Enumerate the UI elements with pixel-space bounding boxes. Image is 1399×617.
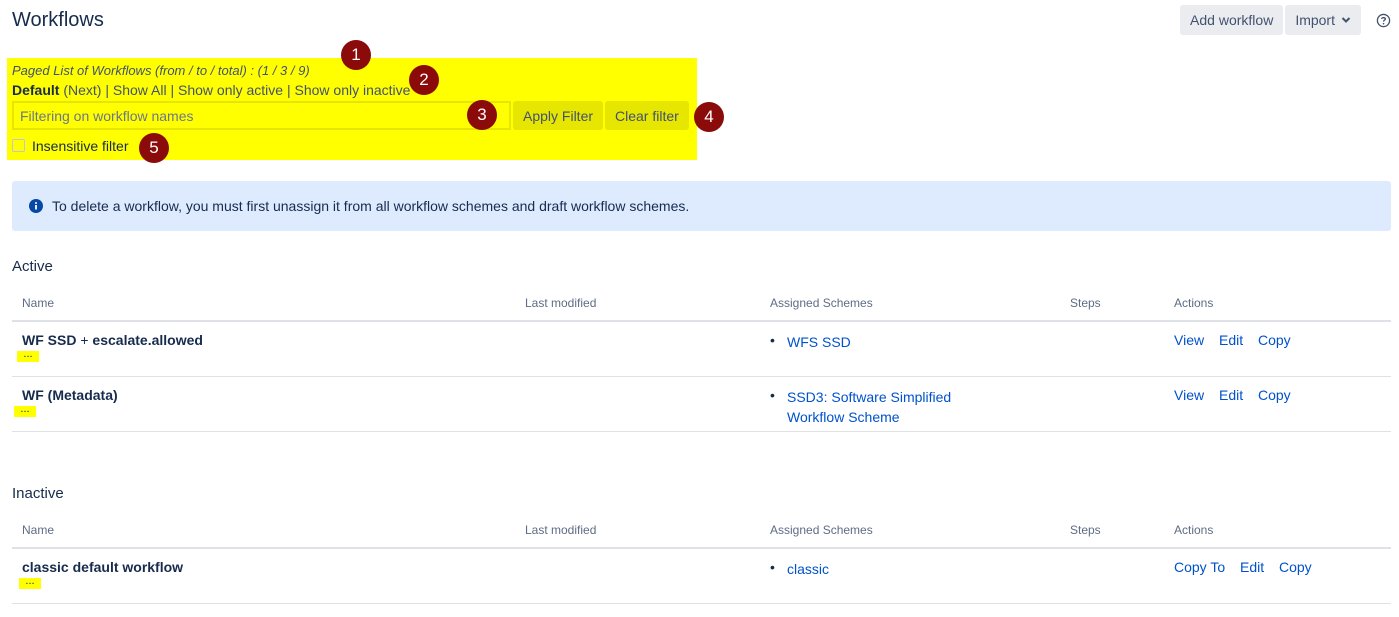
copy-link[interactable]: Copy [1258, 332, 1291, 348]
info-banner: To delete a workflow, you must first una… [12, 181, 1391, 231]
annotation-marker-3: 3 [467, 100, 497, 130]
clear-filter-button[interactable]: Clear filter [605, 101, 689, 130]
active-workflows-table: Name Last modified Assigned Schemes Step… [12, 288, 1391, 432]
annotation-marker-4: 4 [694, 102, 724, 132]
table-row: classic default workflow ... • classic C… [12, 549, 1391, 604]
separator: | [170, 82, 175, 98]
workflow-filter-input[interactable] [12, 101, 511, 130]
paged-list-info: Paged List of Workflows (from / to / tot… [12, 63, 310, 78]
active-section-title: Active [12, 258, 53, 275]
edit-link[interactable]: Edit [1219, 387, 1243, 403]
annotation-marker-2: 2 [409, 65, 439, 95]
copy-link[interactable]: Copy [1258, 387, 1291, 403]
scheme-link[interactable]: WFS SSD [787, 332, 977, 352]
info-text: To delete a workflow, you must first una… [52, 198, 690, 214]
column-steps: Steps [1070, 523, 1101, 537]
annotation-marker-1: 1 [341, 40, 371, 70]
show-all-link[interactable]: Show All [113, 82, 167, 98]
bullet: • [770, 387, 775, 403]
top-actions: Add workflow Import [1180, 5, 1361, 35]
show-only-active-link[interactable]: Show only active [178, 82, 283, 98]
workflow-name: classic default workflow [22, 559, 184, 575]
column-actions: Actions [1174, 296, 1214, 310]
column-last-modified: Last modified [525, 296, 597, 310]
import-button[interactable]: Import [1285, 5, 1361, 35]
copy-link[interactable]: Copy [1279, 559, 1312, 575]
default-view-label: Default [12, 82, 60, 98]
page-title: Workflows [12, 9, 104, 31]
description-ellipsis[interactable]: ... [19, 576, 41, 589]
view-link[interactable]: View [1174, 332, 1204, 348]
info-icon [29, 199, 43, 213]
next-link[interactable]: (Next) [63, 82, 101, 98]
copy-to-link[interactable]: Copy To [1174, 559, 1225, 575]
bullet: • [770, 332, 775, 348]
inactive-section-title: Inactive [12, 485, 64, 502]
column-steps: Steps [1070, 296, 1101, 310]
apply-filter-button[interactable]: Apply Filter [513, 101, 604, 130]
column-assigned-schemes: Assigned Schemes [770, 296, 873, 310]
inactive-workflows-table: Name Last modified Assigned Schemes Step… [12, 515, 1391, 604]
description-ellipsis[interactable]: ... [17, 349, 39, 362]
column-actions: Actions [1174, 523, 1214, 537]
column-name: Name [22, 523, 55, 537]
column-last-modified: Last modified [525, 523, 597, 537]
help-icon[interactable] [1376, 13, 1391, 28]
edit-link[interactable]: Edit [1219, 332, 1243, 348]
insensitive-filter-label: Insensitive filter [32, 138, 129, 154]
table-row: WF (Metadata) ... • SSD3: Software Simpl… [12, 377, 1391, 432]
workflow-name-part: WF SSD [22, 332, 77, 348]
add-workflow-button[interactable]: Add workflow [1180, 5, 1284, 35]
workflow-name-plus: + [76, 332, 93, 348]
insensitive-filter-checkbox[interactable] [12, 139, 25, 152]
workflow-name-part: escalate.allowed [92, 332, 203, 348]
table-header: Name Last modified Assigned Schemes Step… [12, 515, 1391, 549]
import-button-label: Import [1295, 12, 1335, 28]
bullet: • [770, 559, 775, 575]
description-ellipsis[interactable]: ... [14, 404, 36, 417]
annotation-marker-5: 5 [139, 133, 169, 163]
workflow-name: WF (Metadata) [22, 387, 118, 403]
separator: | [105, 82, 109, 98]
column-name: Name [22, 296, 55, 310]
scheme-link[interactable]: classic [787, 559, 977, 579]
table-header: Name Last modified Assigned Schemes Step… [12, 288, 1391, 322]
chevron-down-icon [1341, 17, 1351, 23]
view-links: Default (Next) | Show All | Show only ac… [12, 82, 410, 98]
edit-link[interactable]: Edit [1240, 559, 1264, 575]
view-link[interactable]: View [1174, 387, 1204, 403]
table-row: WF SSD + escalate.allowed ... • WFS SSD … [12, 322, 1391, 377]
workflow-name: WF SSD + escalate.allowed [22, 332, 203, 348]
separator: | [286, 82, 291, 98]
show-only-inactive-link[interactable]: Show only inactive [295, 82, 411, 98]
scheme-link[interactable]: SSD3: Software Simplified Workflow Schem… [787, 387, 977, 427]
column-assigned-schemes: Assigned Schemes [770, 523, 873, 537]
